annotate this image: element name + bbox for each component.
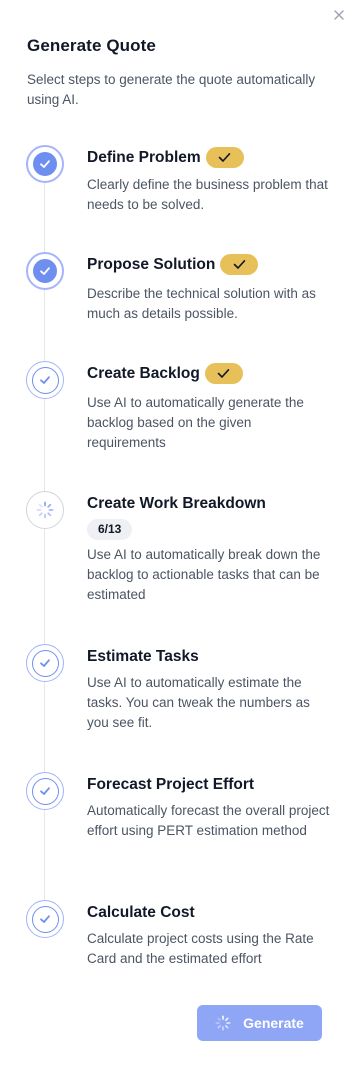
step-description: Use AI to automatically estimate the tas… [87,675,310,730]
step-toggle[interactable] [26,491,64,529]
check-icon [40,160,50,168]
panel-title: Generate Quote [27,36,156,55]
step-toggle[interactable] [26,772,64,810]
step-description: Use AI to automatically break down the b… [87,547,321,602]
completed-badge [205,147,244,168]
step-description: Use AI to automatically generate the bac… [87,395,304,450]
step-toggle[interactable] [26,252,64,290]
step-description: Clearly define the business problem that… [87,177,328,212]
check-icon [40,915,50,923]
step-title: Propose Solution [87,255,216,273]
step-description: Describe the technical solution with as … [87,286,316,321]
step-title: Forecast Project Effort [87,776,255,793]
check-icon [40,659,50,667]
check-icon [40,376,50,384]
step-title: Calculate Cost [87,904,195,921]
check-icon [40,267,50,275]
completed-badge [220,254,259,275]
check-icon [40,787,50,795]
step-title: Estimate Tasks [87,648,199,665]
step-description: Calculate project costs using the Rate C… [87,931,314,966]
spinner-icon [215,1015,231,1031]
completed-badge [204,363,243,384]
panel-subtitle: Select steps to generate the quote autom… [27,72,316,107]
step-description: Automatically forecast the overall proje… [87,803,330,838]
progress-badge: 6/13 [87,519,133,540]
generate-button-label: Generate [243,1015,304,1031]
step-toggle[interactable] [26,145,64,183]
step-toggle[interactable] [26,900,64,938]
close-icon [334,10,344,20]
check-icon [218,369,230,378]
check-icon [233,260,246,269]
close-button[interactable] [330,6,348,24]
check-icon [218,153,231,162]
spinner-icon [36,501,54,519]
step-title: Create Backlog [87,364,200,382]
step-toggle[interactable] [26,361,64,399]
step-title: Define Problem [87,148,201,166]
step-title: Create Work Breakdown [87,495,266,512]
step-toggle[interactable] [26,644,64,682]
generate-button[interactable]: Generate [197,1005,322,1041]
